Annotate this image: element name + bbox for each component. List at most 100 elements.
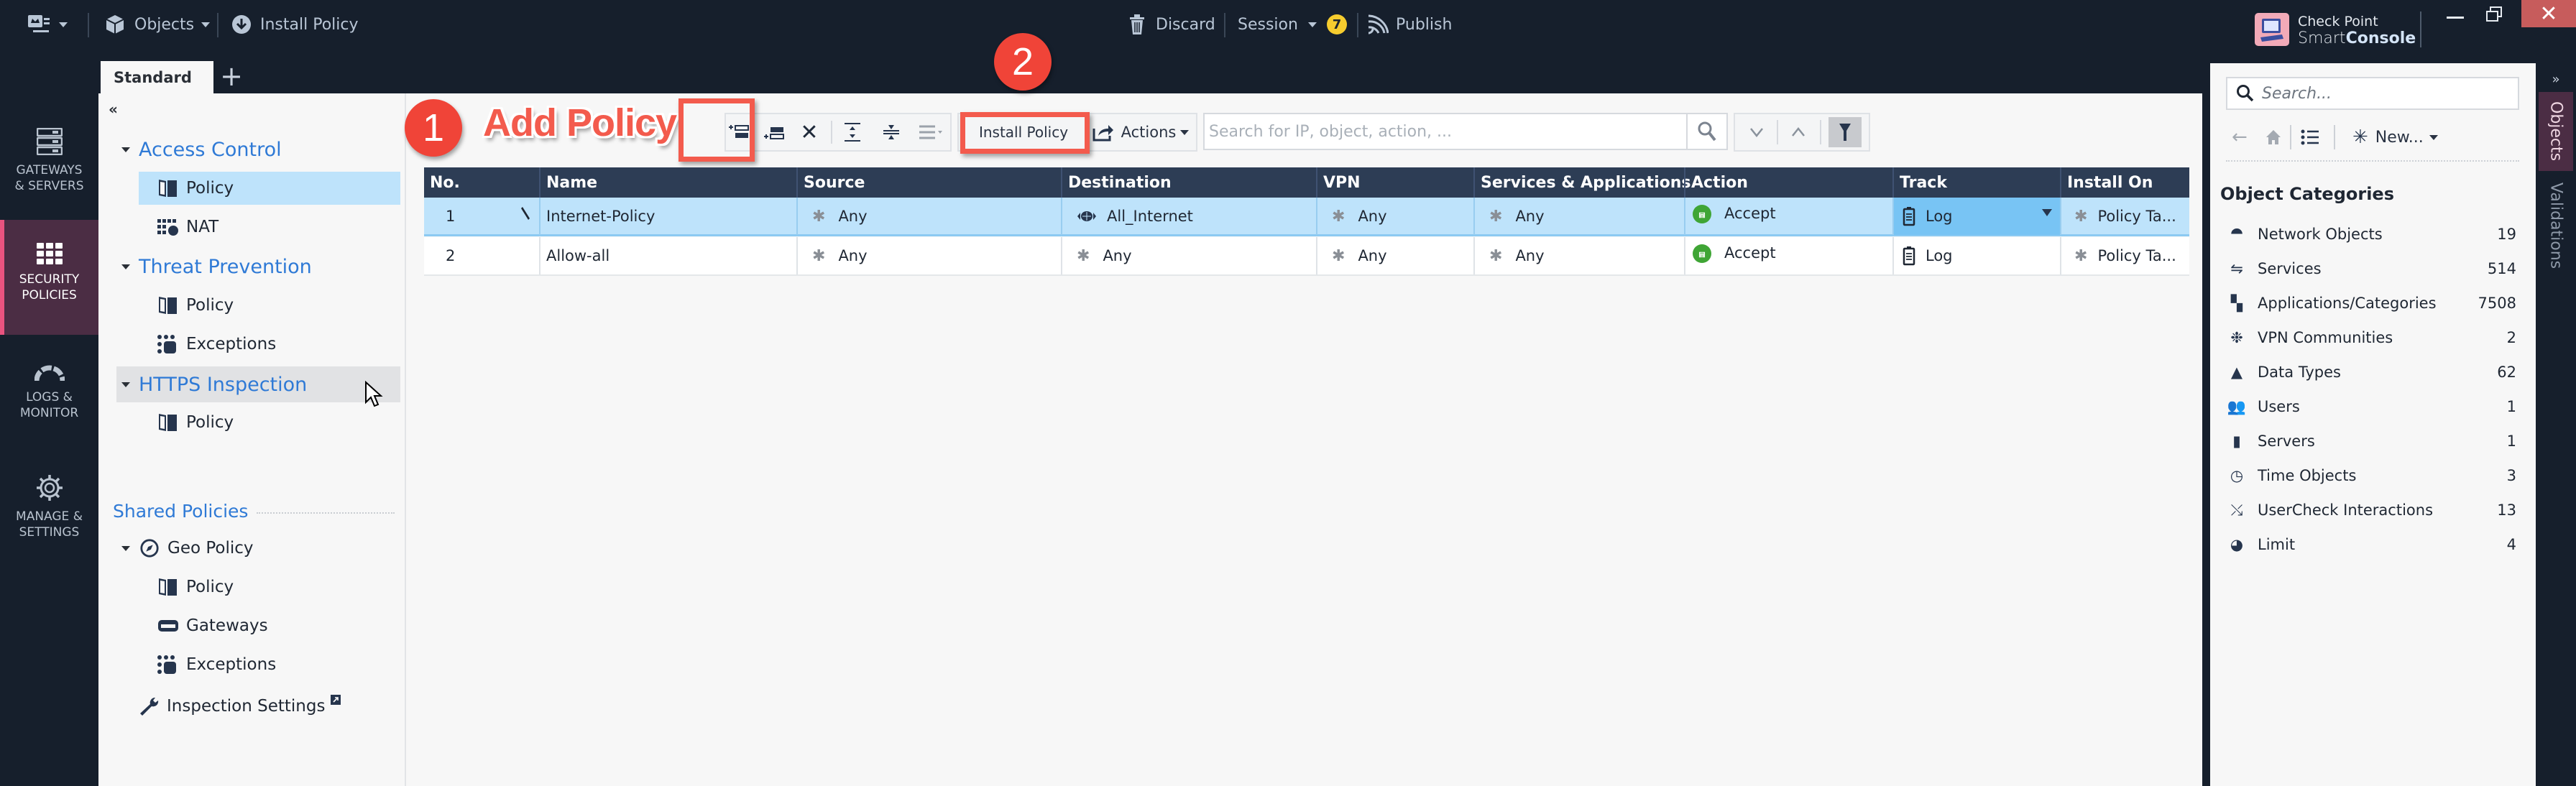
separator bbox=[1820, 120, 1821, 144]
tree-item-threat-policy[interactable]: Policy bbox=[98, 289, 405, 322]
objects-panel: ← ✳ New... Object Categories ⯊ Network Ob… bbox=[2210, 63, 2536, 786]
object-search-input[interactable] bbox=[2262, 84, 2506, 103]
cell-destination[interactable]: All_Internet bbox=[1061, 198, 1316, 235]
close-button[interactable]: ✕ bbox=[2521, 0, 2576, 27]
expand-side-panel-button[interactable]: » bbox=[2539, 66, 2573, 92]
tree-item-https-policy[interactable]: Policy bbox=[98, 406, 405, 439]
category-time-objects[interactable]: ◷ Time Objects 3 bbox=[2226, 461, 2516, 490]
category-users[interactable]: 👥 Users 1 bbox=[2226, 392, 2516, 421]
add-tab-button[interactable]: + bbox=[218, 62, 244, 91]
tree-section-https-inspection[interactable]: HTTPS Inspection bbox=[98, 366, 405, 402]
tree-item-geo-policy[interactable]: Geo Policy bbox=[98, 532, 405, 565]
install-on-value: Policy Ta... bbox=[2097, 208, 2176, 225]
objects-menu-button[interactable]: Objects bbox=[104, 13, 211, 36]
cell-install-on[interactable]: ✱ Policy Ta... bbox=[2060, 198, 2189, 235]
cell-name[interactable]: Allow-all bbox=[539, 237, 796, 274]
nav-security-policies[interactable]: SECURITY POLICIES bbox=[0, 220, 98, 335]
publish-button[interactable]: Publish bbox=[1366, 13, 1452, 36]
tree-item-geo-gateways[interactable]: Gateways bbox=[98, 609, 405, 642]
column-header-services[interactable]: Services & Applications bbox=[1473, 167, 1690, 198]
expand-sections-button[interactable] bbox=[837, 115, 868, 149]
tree-item-nat[interactable]: NAT bbox=[98, 211, 405, 244]
app-menu-button[interactable] bbox=[27, 13, 68, 36]
discard-button[interactable]: Discard bbox=[1128, 13, 1215, 36]
tab-objects[interactable]: Objects bbox=[2539, 92, 2573, 171]
any-icon: ✱ bbox=[1332, 246, 1346, 265]
list-view-button[interactable] bbox=[2301, 121, 2319, 154]
cell-install-on[interactable]: ✱ Policy Ta... bbox=[2060, 237, 2189, 274]
any-icon: ✱ bbox=[1489, 207, 1503, 226]
category-network-objects[interactable]: ⯊ Network Objects 19 bbox=[2226, 220, 2516, 249]
tree-item-inspection-settings[interactable]: Inspection Settings bbox=[98, 690, 405, 723]
delete-rule-button[interactable]: ✕ bbox=[794, 115, 825, 149]
security-policies-icon bbox=[36, 243, 63, 264]
tree-section-threat-prevention[interactable]: Threat Prevention bbox=[98, 250, 405, 283]
back-button[interactable]: ← bbox=[2232, 121, 2248, 154]
session-menu-button[interactable]: Session 7 bbox=[1238, 13, 1347, 36]
cell-track[interactable]: Log bbox=[1892, 198, 2060, 235]
column-header-action[interactable]: Action bbox=[1684, 167, 1892, 198]
column-header-no[interactable]: No. bbox=[424, 167, 539, 198]
category-vpn-communities[interactable]: ❉ VPN Communities 2 bbox=[2226, 323, 2516, 352]
tree-item-access-policy[interactable]: Policy bbox=[98, 172, 405, 205]
actions-menu-button[interactable]: Actions bbox=[1087, 115, 1195, 149]
tree-section-access-control[interactable]: Access Control bbox=[98, 133, 405, 166]
category-services[interactable]: ⇋ Services 514 bbox=[2226, 254, 2516, 283]
table-row[interactable]: 2 Allow-all ✱ Any ✱ Any ✱ Any ✱ Any ⩎ Accept … bbox=[424, 237, 2189, 276]
next-match-button[interactable] bbox=[1741, 116, 1772, 149]
cell-vpn[interactable]: ✱ Any bbox=[1316, 198, 1473, 235]
column-header-track[interactable]: Track bbox=[1892, 167, 2060, 198]
column-header-vpn[interactable]: VPN bbox=[1316, 167, 1473, 198]
section-menu-button[interactable] bbox=[914, 115, 947, 149]
category-applications[interactable]: ▚ Applications/Categories 7508 bbox=[2226, 289, 2516, 318]
category-servers[interactable]: ▮ Servers 1 bbox=[2226, 427, 2516, 456]
category-usercheck-interactions[interactable]: ⤯ UserCheck Interactions 13 bbox=[2226, 496, 2516, 524]
category-data-types[interactable]: ▲ Data Types 62 bbox=[2226, 358, 2516, 387]
minimize-button[interactable] bbox=[2439, 0, 2471, 29]
nav-manage-settings[interactable]: MANAGE & SETTINGS bbox=[0, 474, 98, 540]
table-row[interactable]: 1 Internet-Policy ✱ Any All_Internet ✱ Any… bbox=[424, 198, 2189, 236]
cell-services[interactable]: ✱ Any bbox=[1473, 237, 1684, 274]
cell-source[interactable]: ✱ Any bbox=[796, 237, 1061, 274]
nav-logs-monitor[interactable]: LOGS & MONITOR bbox=[0, 365, 98, 421]
separator bbox=[1357, 13, 1358, 37]
cell-vpn[interactable]: ✱ Any bbox=[1316, 237, 1473, 274]
tree-item-geo-exceptions[interactable]: Exceptions bbox=[98, 648, 405, 681]
nav-label-line-2: POLICIES bbox=[22, 288, 77, 302]
add-rule-below-button[interactable] bbox=[758, 115, 791, 149]
dropdown-arrow-icon[interactable] bbox=[2041, 203, 2053, 221]
cell-action[interactable]: ⩎ Accept bbox=[1684, 237, 1892, 274]
cell-track[interactable]: Log bbox=[1892, 237, 2060, 274]
cell-name[interactable]: Internet-Policy bbox=[539, 198, 796, 235]
column-header-name[interactable]: Name bbox=[539, 167, 796, 198]
tree-item-threat-exceptions[interactable]: Exceptions bbox=[98, 328, 405, 361]
cell-destination[interactable]: ✱ Any bbox=[1061, 237, 1316, 274]
cell-action[interactable]: ⩎ Accept bbox=[1684, 198, 1892, 235]
previous-match-button[interactable] bbox=[1782, 116, 1814, 149]
separator bbox=[1777, 120, 1778, 144]
collapse-panel-button[interactable]: « bbox=[109, 101, 118, 118]
collapse-sections-button[interactable] bbox=[875, 115, 907, 149]
column-header-source[interactable]: Source bbox=[796, 167, 1061, 198]
top-install-policy-button[interactable]: Install Policy bbox=[231, 13, 359, 36]
home-button[interactable] bbox=[2265, 121, 2282, 154]
rule-search-input[interactable] bbox=[1209, 114, 1683, 149]
cell-no: 2 bbox=[424, 237, 539, 274]
column-header-install-on[interactable]: Install On bbox=[2060, 167, 2189, 198]
restore-button[interactable] bbox=[2478, 0, 2510, 29]
cell-services[interactable]: ✱ Any bbox=[1473, 198, 1684, 235]
tab-validations[interactable]: Validations bbox=[2539, 175, 2573, 276]
tab-standard[interactable]: Standard bbox=[101, 61, 213, 94]
category-limit[interactable]: ◕ Limit 4 bbox=[2226, 530, 2516, 559]
filter-toggle-button[interactable] bbox=[1828, 117, 1862, 147]
install-policy-highlight-box bbox=[960, 112, 1090, 154]
separator bbox=[2420, 11, 2421, 47]
tree-item-geo-policy-policy[interactable]: Policy bbox=[98, 570, 405, 604]
search-button[interactable] bbox=[1686, 114, 1726, 149]
category-label: UserCheck Interactions bbox=[2258, 501, 2434, 519]
column-header-destination[interactable]: Destination bbox=[1061, 167, 1316, 198]
nav-gateways-servers[interactable]: GATEWAYS & SERVERS bbox=[0, 128, 98, 194]
panel-divider[interactable] bbox=[2202, 63, 2210, 786]
new-object-button[interactable]: ✳ New... bbox=[2352, 121, 2438, 154]
cell-source[interactable]: ✱ Any bbox=[796, 198, 1061, 235]
